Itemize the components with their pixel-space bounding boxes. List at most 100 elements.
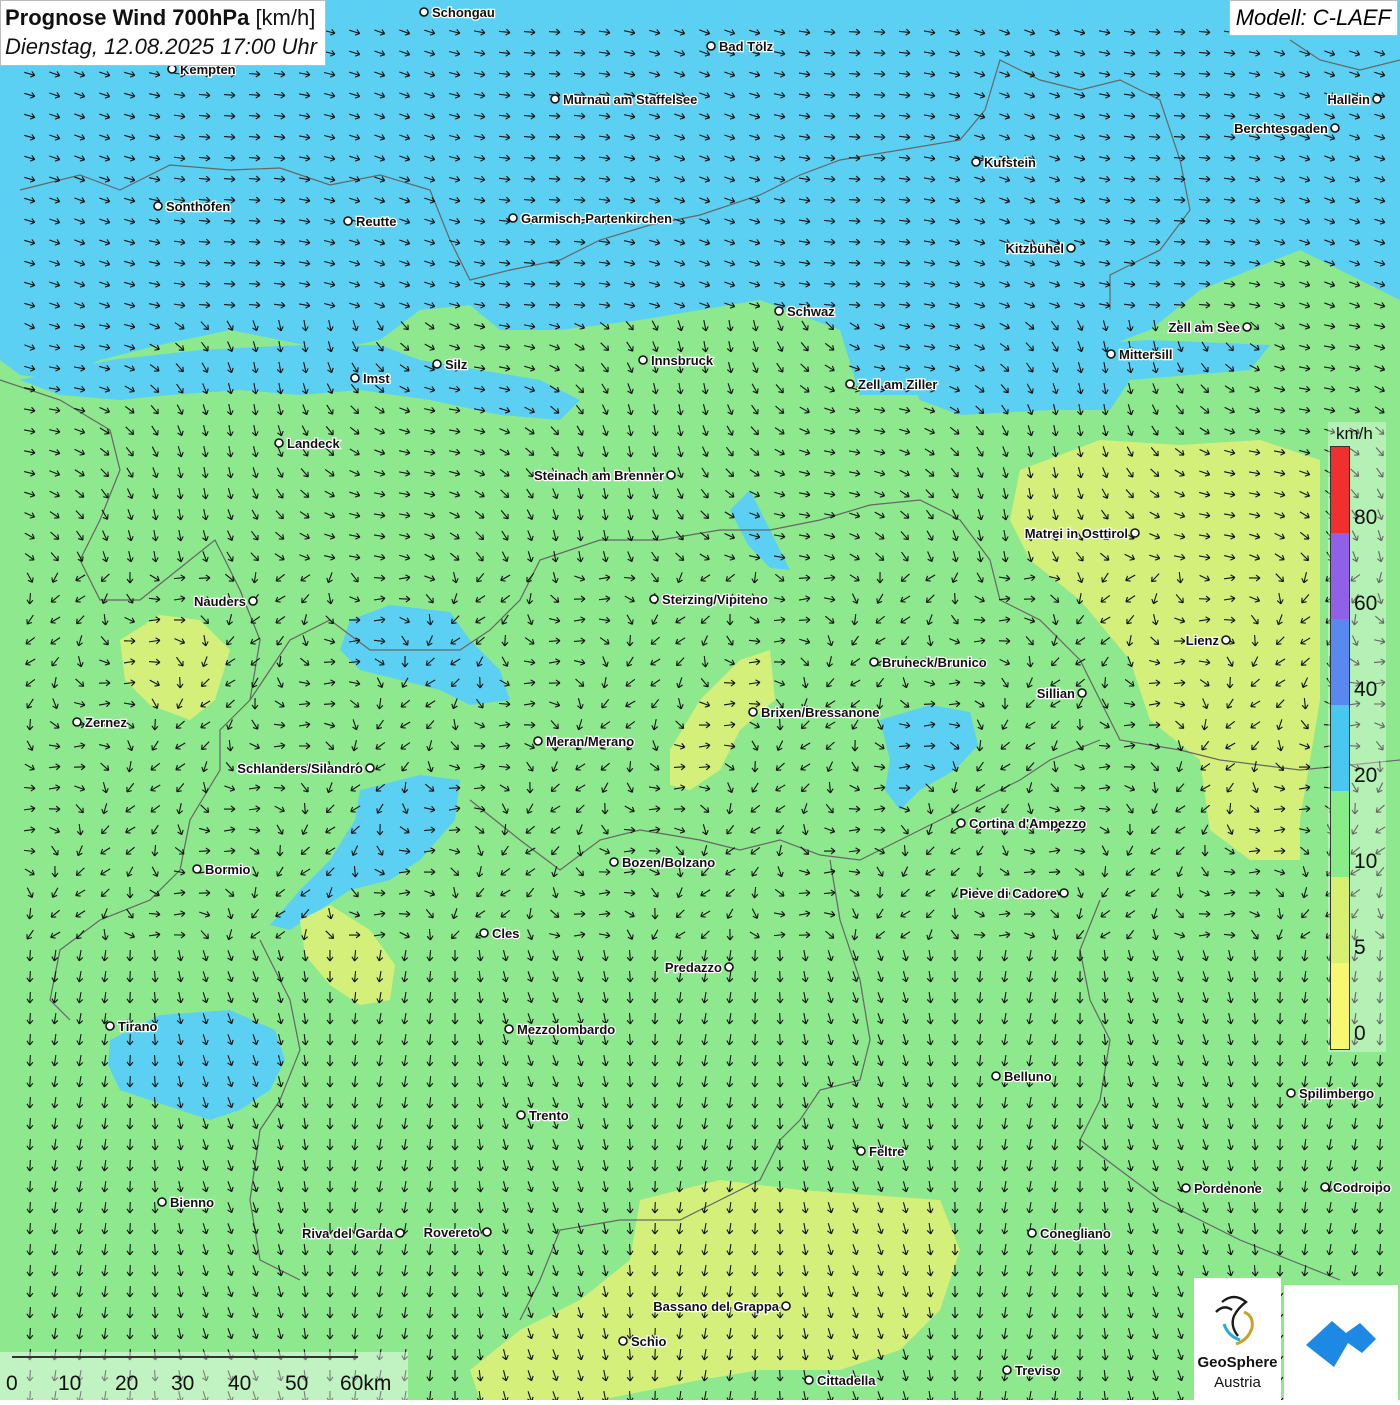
city-dot — [1130, 528, 1140, 538]
city-label: Conegliano — [1040, 1226, 1111, 1241]
city-label: Innsbruck — [651, 353, 714, 368]
city-dot — [105, 1021, 115, 1031]
city-dot — [153, 201, 163, 211]
legend-unit: km/h — [1336, 424, 1373, 443]
legend-label-5: 5 — [1354, 936, 1366, 959]
city-marker: Zell am Ziller — [845, 376, 939, 393]
city-label: Mittersill — [1119, 347, 1172, 362]
city-dot — [419, 7, 429, 17]
city-marker: Conegliano — [1027, 1225, 1112, 1242]
city-label: Sonthofen — [166, 199, 230, 214]
scale-bar: 0 10 20 30 40 50 60km — [0, 1352, 408, 1400]
city-dot — [274, 438, 284, 448]
city-label: Zell am Ziller — [858, 377, 937, 392]
city-label: Pordenone — [1194, 1181, 1262, 1196]
city-label: Cortina d'Ampezzo — [969, 816, 1086, 831]
scale-label-0: 0 — [6, 1372, 18, 1395]
color-legend: km/h 80 60 40 20 10 5 0 — [1328, 422, 1386, 1052]
city-dot — [1002, 1365, 1012, 1375]
city-marker: Pieve di Cadore — [958, 885, 1069, 902]
city-dot — [1286, 1088, 1296, 1098]
city-label: Bozen/Bolzano — [622, 855, 715, 870]
scale-label-20: 20 — [115, 1372, 139, 1395]
city-label: Bienno — [170, 1195, 214, 1210]
geosphere-country: Austria — [1214, 1374, 1261, 1391]
legend-segment — [1331, 791, 1349, 877]
city-label: Reutte — [356, 214, 396, 229]
city-label: Nauders — [194, 594, 246, 609]
model-label: Modell: C-LAEF — [1228, 0, 1398, 36]
city-label: Matrei in Osttirol — [1025, 526, 1128, 541]
city-label: Lienz — [1186, 633, 1220, 648]
geosphere-name: GeoSphere — [1197, 1354, 1278, 1371]
city-dot — [1372, 94, 1382, 104]
map-subtitle: Dienstag, 12.08.2025 17:00 Uhr — [5, 34, 317, 59]
legend-label-0: 0 — [1354, 1022, 1366, 1045]
city-label: Brixen/Bressanone — [761, 705, 880, 720]
city-label: Spilimbergo — [1299, 1086, 1374, 1101]
city-dot — [550, 94, 560, 104]
city-label: Cles — [492, 926, 519, 941]
city-dot — [504, 1024, 514, 1034]
city-marker: Sterzing/Vipiteno — [649, 591, 769, 608]
geosphere-icon — [1215, 1295, 1254, 1346]
scale-label-50: 50 — [285, 1372, 309, 1395]
city-dot — [432, 359, 442, 369]
city-label: Sterzing/Vipiteno — [662, 592, 768, 607]
city-label: Silz — [445, 357, 468, 372]
city-dot — [1106, 349, 1116, 359]
city-label: Riva del Garda — [302, 1226, 394, 1241]
wind-map[interactable]: SchongauBad TölzKemptenMurnau am Staffel… — [0, 0, 1400, 1400]
city-marker: Pordenone — [1181, 1180, 1263, 1197]
city-dot — [724, 962, 734, 972]
title-box: Prognose Wind 700hPa [km/h] Dienstag, 12… — [0, 0, 326, 66]
scale-label-10: 10 — [58, 1372, 82, 1395]
city-marker: Bruneck/Brunico — [869, 654, 988, 671]
city-dot — [649, 594, 659, 604]
city-dot — [167, 64, 177, 74]
city-dot — [248, 596, 258, 606]
city-dot — [157, 1197, 167, 1207]
city-dot — [1330, 123, 1340, 133]
legend-segment — [1331, 447, 1349, 533]
legend-segment — [1331, 533, 1349, 619]
city-marker: Steinach am Brenner — [533, 467, 676, 484]
map-title: Prognose Wind 700hPa [km/h] — [5, 5, 316, 30]
city-dot — [956, 818, 966, 828]
city-dot — [343, 216, 353, 226]
city-label: Schlanders/Silandro — [237, 761, 363, 776]
city-marker: Spilimbergo — [1286, 1085, 1375, 1102]
city-dot — [1027, 1228, 1037, 1238]
city-label: Hallein — [1327, 92, 1370, 107]
city-dot — [638, 355, 648, 365]
city-label: Bormio — [205, 862, 251, 877]
city-label: Treviso — [1015, 1363, 1061, 1378]
city-dot — [609, 857, 619, 867]
scale-label-60: 60km — [340, 1372, 392, 1395]
city-label: Rovereto — [424, 1225, 480, 1240]
city-marker: Brixen/Bressanone — [748, 704, 881, 721]
city-dot — [479, 928, 489, 938]
city-label: Berchtesgaden — [1234, 121, 1328, 136]
geosphere-logo: GeoSphere Austria — [1194, 1278, 1281, 1400]
city-dot — [1181, 1183, 1191, 1193]
scale-label-40: 40 — [228, 1372, 252, 1395]
city-dot — [706, 41, 716, 51]
city-dot — [1242, 322, 1252, 332]
city-label: Predazzo — [665, 960, 722, 975]
city-dot — [395, 1228, 405, 1238]
legend-label-40: 40 — [1354, 678, 1378, 701]
city-label: Bad Tölz — [719, 39, 774, 54]
city-dot — [482, 1227, 492, 1237]
city-marker: Murnau am Staffelsee — [550, 91, 699, 108]
city-label: Murnau am Staffelsee — [563, 92, 697, 107]
city-dot — [618, 1336, 628, 1346]
city-dot — [72, 717, 82, 727]
city-marker: Berchtesgaden — [1233, 120, 1340, 137]
city-label: Zell am See — [1168, 320, 1240, 335]
city-marker: Cortina d'Ampezzo — [956, 815, 1088, 832]
city-marker: Riva del Garda — [301, 1225, 405, 1242]
city-dot — [774, 306, 784, 316]
city-dot — [508, 213, 518, 223]
mountain-cloud-icon — [1306, 1321, 1376, 1367]
